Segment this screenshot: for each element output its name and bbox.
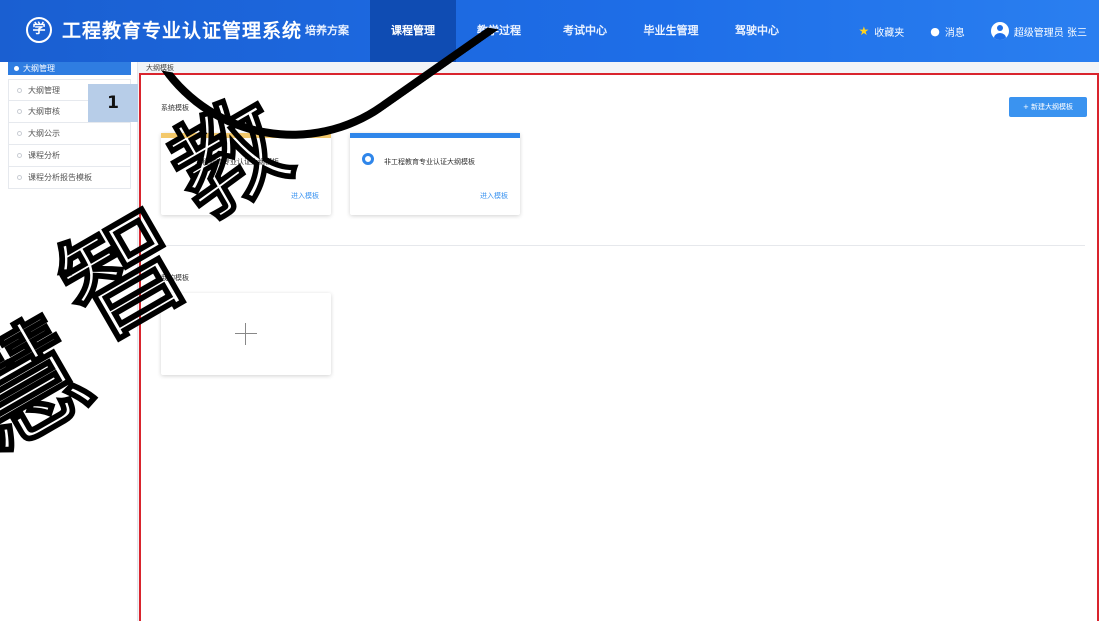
sidebar-header-label: 大纲管理 (23, 64, 55, 73)
my-templates-title: 我的模板 (161, 274, 189, 282)
template-card[interactable]: 非工程教育专业认证大纲模板 进入模板 (350, 133, 520, 215)
template-card-name: 工程教育专业认证大纲模板 (195, 158, 279, 166)
system-title: 工程教育专业认证管理系统 (62, 20, 303, 42)
sidebar-item-course-analysis[interactable]: 课程分析 (8, 145, 131, 167)
template-ring-icon (362, 153, 374, 165)
favorites-label: 收藏夹 (874, 27, 905, 39)
bell-icon: ● (930, 24, 940, 38)
nav-item-teaching-process[interactable]: 教学过程 (456, 0, 542, 62)
new-syllabus-template-button[interactable]: + 新建大纲模板 (1009, 97, 1087, 117)
top-navigation-bar: 学 工程教育专业认证管理系统 培养方案 课程管理 教学过程 考试中心 毕业生管理… (0, 0, 1099, 62)
user-menu[interactable]: 超级管理员 张三 (990, 22, 1087, 40)
section-divider (161, 245, 1085, 246)
sidebar-item-label: 大纲审核 (28, 107, 60, 116)
sidebar-header[interactable]: 大纲管理 (8, 62, 131, 75)
bullet-icon (17, 153, 22, 158)
bullet-icon (17, 131, 22, 136)
main-content-panel: 系统模板 + 新建大纲模板 工程教育专业认证大纲模板 进入模板 非工程教育专业认… (139, 73, 1099, 621)
messages-button[interactable]: ● 消息 (930, 24, 965, 39)
sidebar-item-label: 课程分析报告模板 (28, 173, 92, 182)
enter-template-link[interactable]: 进入模板 (291, 191, 319, 201)
logo-icon: 学 (26, 17, 52, 43)
messages-label: 消息 (944, 27, 965, 39)
bullet-icon (17, 87, 22, 93)
favorites-button[interactable]: ★ 收藏夹 (858, 24, 904, 39)
sidebar-item-label: 大纲公示 (28, 129, 60, 138)
sidebar-item-label: 大纲管理 (28, 85, 60, 95)
system-templates-title: 系统模板 (161, 104, 189, 112)
menu-dot-icon (14, 66, 19, 71)
plus-icon (235, 323, 257, 345)
add-template-card[interactable] (161, 293, 331, 375)
nav-item-training-plan[interactable]: 培养方案 (284, 0, 370, 62)
bullet-icon (17, 109, 22, 114)
star-icon: ★ (858, 24, 870, 38)
template-card[interactable]: 工程教育专业认证大纲模板 进入模板 (161, 133, 331, 215)
user-name: 超级管理员 张三 (1013, 27, 1087, 39)
header-tools: ★ 收藏夹 ● 消息 超级管理员 张三 (858, 0, 1087, 62)
template-card-name: 非工程教育专业认证大纲模板 (384, 158, 475, 166)
bullet-icon (17, 175, 22, 180)
sidebar-item-syllabus-publicity[interactable]: 大纲公示 (8, 123, 131, 145)
sidebar-item-label: 课程分析 (28, 151, 60, 160)
nav-item-exam-center[interactable]: 考试中心 (542, 0, 628, 62)
nav-item-dashboard-center[interactable]: 驾驶中心 (714, 0, 800, 62)
enter-template-link[interactable]: 进入模板 (480, 191, 508, 201)
avatar-icon (990, 22, 1009, 40)
step-number-badge: 1 (88, 84, 138, 122)
main-nav: 培养方案 课程管理 教学过程 考试中心 毕业生管理 驾驶中心 (284, 0, 800, 62)
nav-item-course-management[interactable]: 课程管理 (370, 0, 456, 62)
card-accent-strip (350, 133, 520, 138)
nav-item-graduate-management[interactable]: 毕业生管理 (628, 0, 714, 62)
sidebar-item-analysis-report-template[interactable]: 课程分析报告模板 (8, 167, 131, 189)
sidebar: 大纲管理 大纲管理 大纲审核 大纲公示 课程分析 课程分析报告模板 (0, 62, 138, 621)
card-accent-strip (161, 133, 331, 138)
